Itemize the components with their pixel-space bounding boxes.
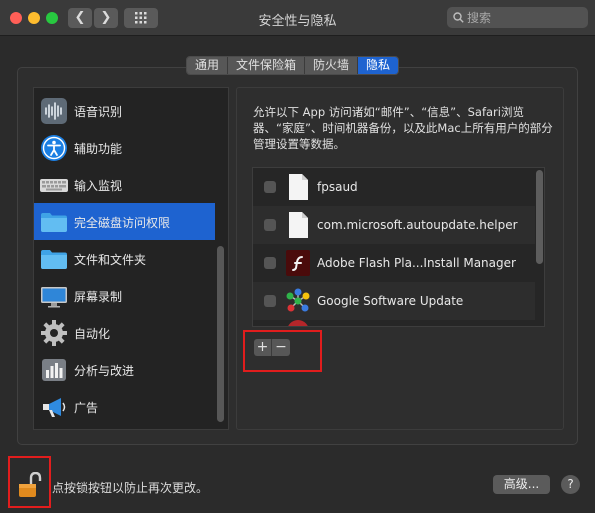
app-list[interactable]: fpsaud com.microsoft.autoupdate.helper A… xyxy=(252,167,545,327)
privacy-description: 允许以下 App 访问诸如“邮件”、“信息”、Safari浏览器、“家庭”、时间… xyxy=(253,105,553,151)
search-field[interactable] xyxy=(447,7,588,28)
search-input[interactable] xyxy=(467,9,582,26)
display-icon xyxy=(41,287,67,308)
lock-hint-text: 点按锁按钮以防止再次更改。 xyxy=(52,481,209,495)
tab-general[interactable]: 通用 xyxy=(187,57,229,74)
sidebar-item-advertising[interactable]: 广告 xyxy=(34,388,215,425)
sidebar-item-label: 广告 xyxy=(74,401,99,415)
app-name: com.microsoft.autoupdate.helper xyxy=(317,218,518,232)
sidebar-item-label: 完全磁盘访问权限 xyxy=(74,216,171,230)
sidebar-item-full-disk-access[interactable]: 完全磁盘访问权限 xyxy=(34,203,215,240)
app-name: Adobe Flash Pla...Install Manager xyxy=(317,256,516,270)
highlight-box-add-remove xyxy=(243,330,322,372)
title-bar: ❮ ❯ 安全性与隐私 xyxy=(0,0,595,36)
sidebar-scrollbar[interactable] xyxy=(217,246,224,422)
list-item[interactable]: Adobe Flash Pla...Install Manager xyxy=(253,244,535,282)
sidebar-item-label: 文件和文件夹 xyxy=(74,253,147,267)
sidebar-item-label: 自动化 xyxy=(74,327,111,341)
app-list-scrollbar[interactable] xyxy=(536,170,543,264)
sidebar-item-label: 辅助功能 xyxy=(74,142,123,156)
search-icon xyxy=(453,12,464,23)
folder-icon xyxy=(41,213,67,232)
app-checkbox[interactable] xyxy=(264,295,276,307)
speech-waveform-icon xyxy=(41,98,67,124)
sidebar-item-label: 输入监视 xyxy=(74,179,123,193)
app-name: Google Software Update xyxy=(317,294,464,308)
sidebar-item-label: 分析与改进 xyxy=(74,364,135,378)
keyboard-icon xyxy=(40,179,68,192)
app-name: fpsaud xyxy=(317,180,358,194)
unlocked-padlock-icon[interactable] xyxy=(18,472,42,498)
help-button[interactable]: ? xyxy=(561,475,580,494)
tab-privacy[interactable]: 隐私 xyxy=(358,57,399,74)
app-checkbox[interactable] xyxy=(264,219,276,231)
google-update-icon xyxy=(286,288,310,312)
segmented-tabs: 通用 文件保险箱 防火墙 隐私 xyxy=(186,56,400,75)
megaphone-icon xyxy=(43,398,66,417)
sidebar-item-input-monitoring[interactable]: 输入监视 xyxy=(34,166,215,203)
partial-app-icon xyxy=(287,320,309,326)
document-icon xyxy=(289,212,308,238)
app-checkbox[interactable] xyxy=(264,181,276,193)
app-checkbox[interactable] xyxy=(264,257,276,269)
sidebar-item-analytics[interactable]: 分析与改进 xyxy=(34,351,215,388)
list-item[interactable]: fpsaud xyxy=(253,168,535,206)
sidebar-item-automation[interactable]: 自动化 xyxy=(34,314,215,351)
sidebar-item-speech-recognition[interactable]: 语音识别 xyxy=(34,92,215,129)
list-item[interactable]: com.microsoft.autoupdate.helper xyxy=(253,206,535,244)
list-item[interactable]: Google Software Update xyxy=(253,282,535,320)
tab-filevault[interactable]: 文件保险箱 xyxy=(228,57,306,74)
tab-firewall[interactable]: 防火墙 xyxy=(305,57,359,74)
folder-icon xyxy=(41,250,67,269)
sidebar-item-label: 屏幕录制 xyxy=(74,290,123,304)
gear-icon xyxy=(41,320,67,346)
flash-icon xyxy=(286,250,310,276)
sidebar-item-label: 语音识别 xyxy=(74,105,123,119)
advanced-button[interactable]: 高级... xyxy=(493,475,550,494)
privacy-category-list[interactable]: 语音识别 辅助功能 输入监视 完全磁盘访问权限 文件和文件夹 屏幕录制 自动化 … xyxy=(33,87,229,430)
sidebar-item-files-and-folders[interactable]: 文件和文件夹 xyxy=(34,240,215,277)
accessibility-icon xyxy=(41,135,67,161)
sidebar-item-accessibility[interactable]: 辅助功能 xyxy=(34,129,215,166)
sidebar-item-screen-recording[interactable]: 屏幕录制 xyxy=(34,277,215,314)
document-icon xyxy=(289,174,308,200)
bar-chart-icon xyxy=(42,359,66,381)
